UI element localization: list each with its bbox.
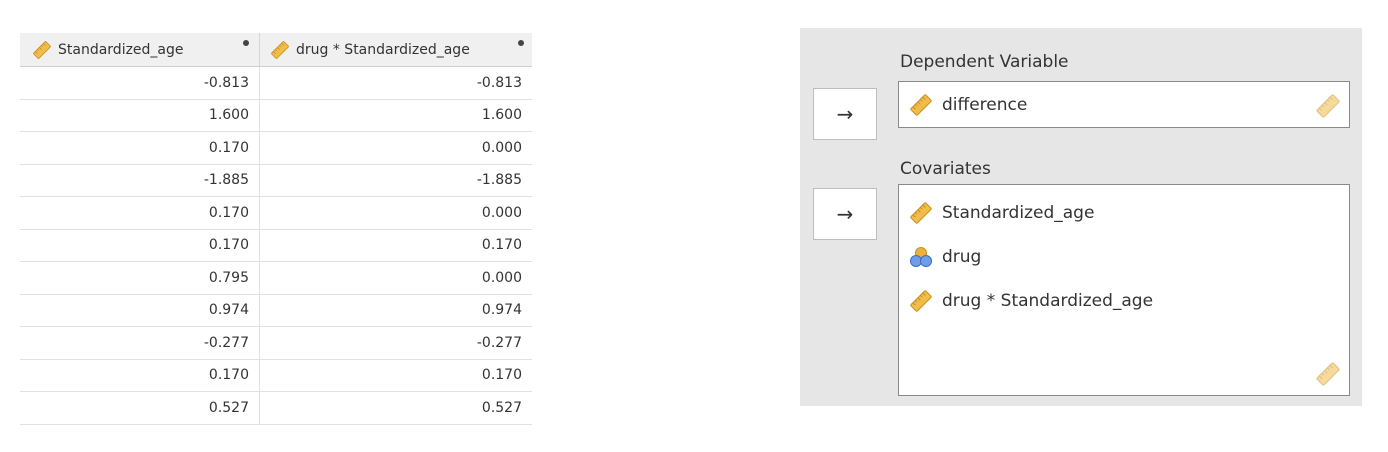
covariates-box[interactable]: Standardized_age drug drug * Standardize… <box>898 184 1350 396</box>
table-row[interactable]: 0.170 0.170 <box>20 359 532 392</box>
ruler-icon <box>270 40 290 60</box>
ruler-icon <box>909 201 933 225</box>
cell-drug-standardized-age[interactable]: 0.000 <box>260 262 532 294</box>
computed-dot-icon <box>518 40 524 46</box>
covariate-name: drug <box>942 247 982 267</box>
cell-standardized-age[interactable]: 0.170 <box>20 197 260 229</box>
table-body: -0.813 -0.813 1.600 1.600 0.170 0.000 -1.885 -1… <box>20 67 532 425</box>
covariate-name: Standardized_age <box>942 203 1095 223</box>
arrow-right-icon: → <box>836 202 854 226</box>
cell-drug-standardized-age[interactable]: -0.277 <box>260 327 532 359</box>
cell-drug-standardized-age[interactable]: 1.600 <box>260 100 532 132</box>
table-row[interactable]: 0.795 0.000 <box>20 262 532 295</box>
ruler-icon <box>909 93 933 117</box>
column-header-standardized-age[interactable]: Standardized_age <box>20 33 260 66</box>
column-header-label: Standardized_age <box>58 41 184 58</box>
ruler-icon <box>32 40 52 60</box>
cell-drug-standardized-age[interactable]: 0.170 <box>260 360 532 392</box>
covariate-item-standardized-age[interactable]: Standardized_age <box>909 201 1094 225</box>
ruler-icon <box>909 289 933 313</box>
covariate-name: drug * Standardized_age <box>942 291 1154 311</box>
arrow-right-icon: → <box>836 102 854 126</box>
column-header-label: drug * Standardized_age <box>296 41 470 58</box>
dependent-variable-item[interactable]: difference <box>909 93 1027 117</box>
table-row[interactable]: 0.974 0.974 <box>20 294 532 327</box>
cell-drug-standardized-age[interactable]: -1.885 <box>260 165 532 197</box>
cell-standardized-age[interactable]: -0.813 <box>20 67 260 99</box>
cell-standardized-age[interactable]: 0.170 <box>20 359 260 391</box>
move-to-covariates-button[interactable]: → <box>813 188 877 240</box>
cell-drug-standardized-age[interactable]: -0.813 <box>260 67 532 99</box>
table-row[interactable]: 1.600 1.600 <box>20 99 532 132</box>
cell-standardized-age[interactable]: 0.527 <box>20 392 260 424</box>
table-row[interactable]: 0.170 0.170 <box>20 229 532 262</box>
ruler-icon <box>1315 93 1341 119</box>
ruler-icon <box>1315 361 1341 387</box>
cell-standardized-age[interactable]: -1.885 <box>20 164 260 196</box>
covariate-item-drug-standardized-age[interactable]: drug * Standardized_age <box>909 289 1153 313</box>
nominal-icon <box>909 245 933 269</box>
cell-standardized-age[interactable]: 0.170 <box>20 229 260 261</box>
cell-drug-standardized-age[interactable]: 0.000 <box>260 132 532 164</box>
cell-standardized-age[interactable]: -0.277 <box>20 327 260 359</box>
cell-standardized-age[interactable]: 0.795 <box>20 262 260 294</box>
cell-standardized-age[interactable]: 1.600 <box>20 99 260 131</box>
table-row[interactable]: 0.170 0.000 <box>20 197 532 230</box>
computed-dot-icon <box>243 40 249 46</box>
covariate-item-drug[interactable]: drug <box>909 245 981 269</box>
table-row[interactable]: 0.527 0.527 <box>20 392 532 425</box>
dependent-variable-label: Dependent Variable <box>900 52 1069 72</box>
cell-drug-standardized-age[interactable]: 0.000 <box>260 197 532 229</box>
cell-drug-standardized-age[interactable]: 0.170 <box>260 230 532 262</box>
cell-drug-standardized-age[interactable]: 0.527 <box>260 392 532 424</box>
table-row[interactable]: -0.277 -0.277 <box>20 327 532 360</box>
table-row[interactable]: -0.813 -0.813 <box>20 67 532 100</box>
dependent-variable-name: difference <box>942 95 1028 115</box>
cell-standardized-age[interactable]: 0.974 <box>20 294 260 326</box>
cell-standardized-age[interactable]: 0.170 <box>20 132 260 164</box>
table-row[interactable]: -1.885 -1.885 <box>20 164 532 197</box>
dependent-variable-box[interactable]: difference <box>898 81 1350 128</box>
table-row[interactable]: 0.170 0.000 <box>20 132 532 165</box>
cell-drug-standardized-age[interactable]: 0.974 <box>260 295 532 327</box>
column-header-drug-standardized-age[interactable]: drug * Standardized_age <box>260 33 532 66</box>
covariates-label: Covariates <box>900 159 991 179</box>
move-to-dependent-button[interactable]: → <box>813 88 877 140</box>
table-header: Standardized_age drug * Standardized_age <box>20 33 532 67</box>
data-table: Standardized_age drug * Standardized_age… <box>20 33 532 425</box>
variables-panel: Dependent Variable → difference Covariat… <box>800 28 1362 406</box>
